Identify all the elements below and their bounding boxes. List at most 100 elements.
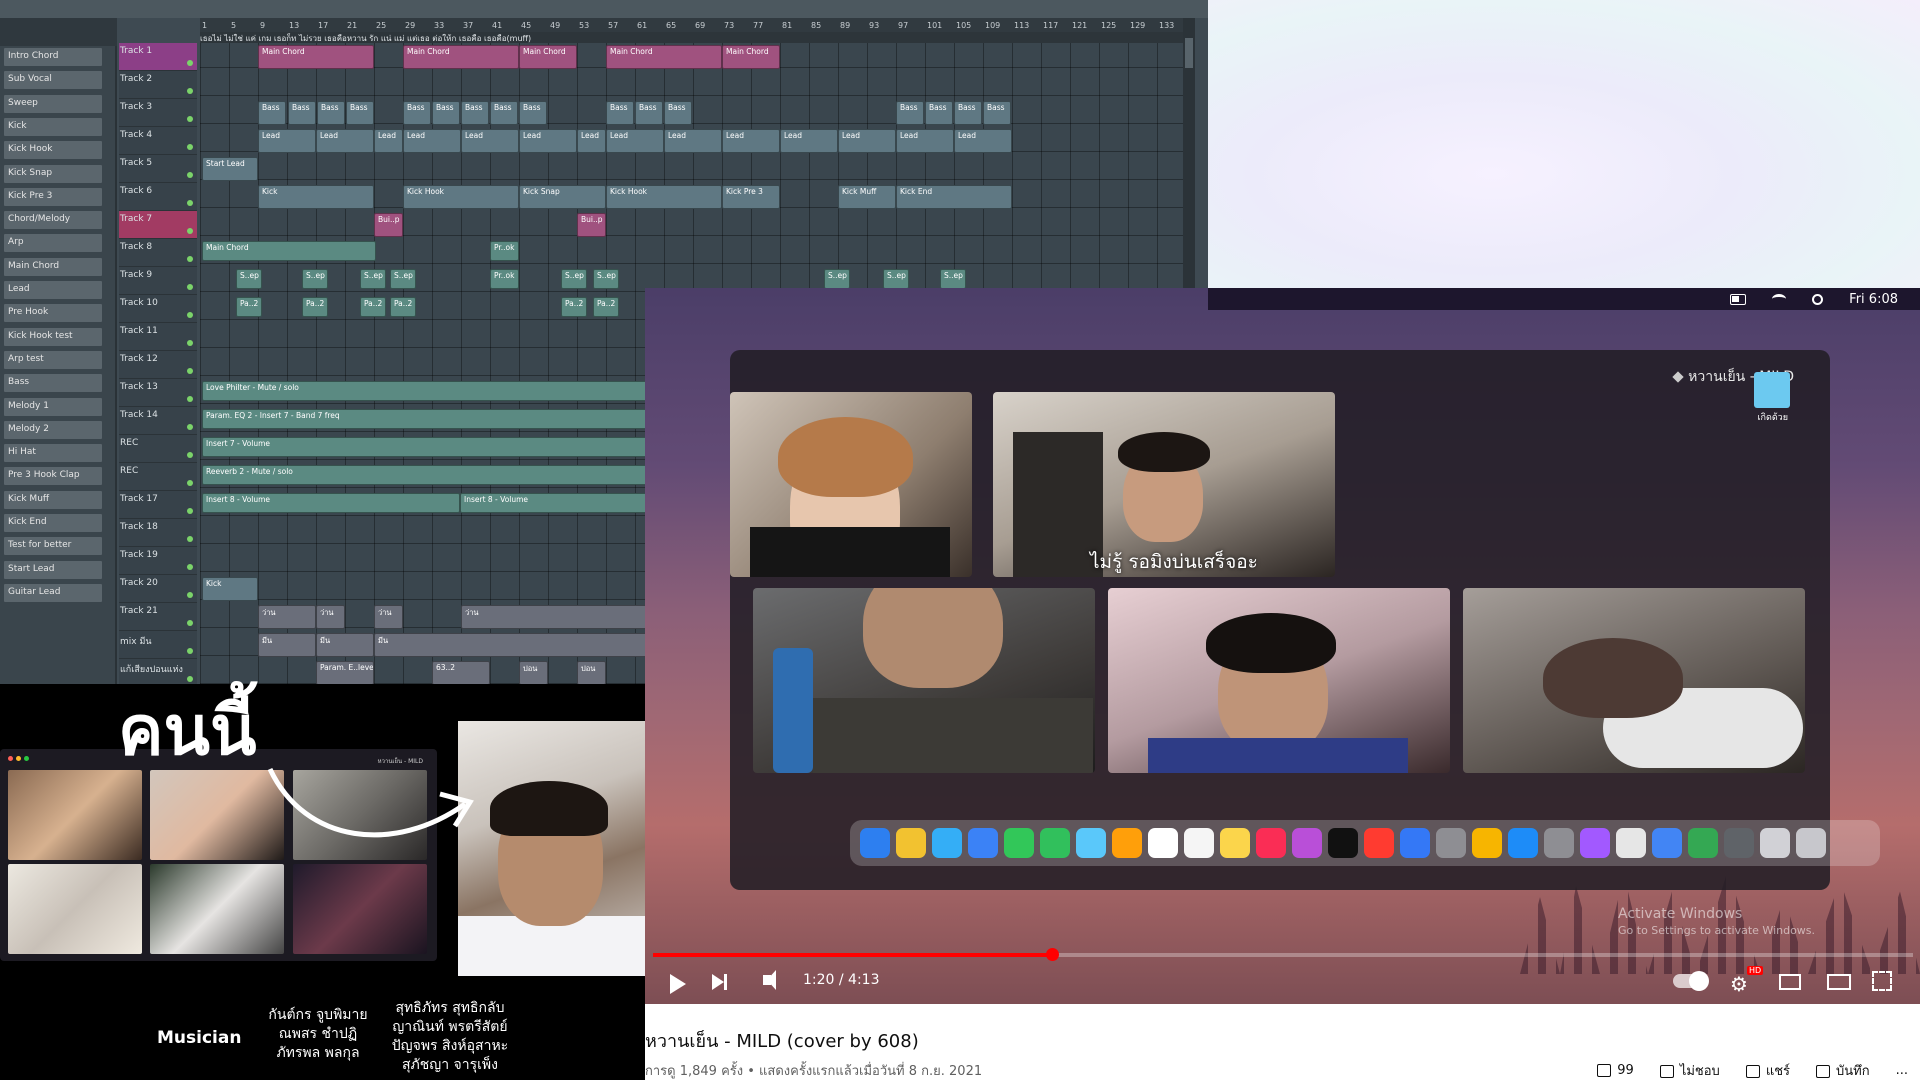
playlist-clip[interactable]: มีน bbox=[258, 633, 316, 657]
channel-button[interactable]: Kick bbox=[4, 117, 102, 136]
playlist-clip[interactable]: Insert 8 - Volume bbox=[202, 493, 460, 513]
playlist-clip[interactable]: ปอน bbox=[519, 661, 548, 684]
playlist-clip[interactable]: Pa..2 bbox=[593, 297, 619, 317]
dock-app-icon[interactable] bbox=[1292, 828, 1322, 858]
track-led-icon[interactable] bbox=[187, 536, 193, 542]
track-header[interactable]: Track 4 bbox=[119, 127, 197, 155]
theater-mode-button[interactable] bbox=[1827, 974, 1851, 990]
playlist-clip[interactable]: S..ep bbox=[390, 269, 416, 289]
playlist-clip[interactable]: Kick Pre 3 bbox=[722, 185, 780, 209]
channel-button[interactable]: Kick Pre 3 bbox=[4, 187, 102, 206]
playlist-clip[interactable]: Pa..2 bbox=[561, 297, 587, 317]
dock-app-icon[interactable] bbox=[1796, 828, 1826, 858]
playlist-clip[interactable]: Pa..2 bbox=[302, 297, 328, 317]
track-header[interactable]: Track 11 bbox=[119, 323, 197, 351]
playlist-clip[interactable]: Start Lead bbox=[202, 157, 258, 181]
track-header[interactable]: Track 17 bbox=[119, 491, 197, 519]
dock-app-icon[interactable] bbox=[1328, 828, 1358, 858]
track-led-icon[interactable] bbox=[187, 564, 193, 570]
track-header[interactable]: Track 8 bbox=[119, 239, 197, 267]
track-led-icon[interactable] bbox=[187, 592, 193, 598]
track-header[interactable]: Track 21 bbox=[119, 603, 197, 631]
playlist-clip[interactable]: Main Chord bbox=[403, 45, 519, 69]
playlist-clip[interactable]: Bass bbox=[954, 101, 982, 125]
playlist-clip[interactable]: Pr..ok bbox=[490, 241, 519, 261]
playlist-clip[interactable]: Bui..p bbox=[577, 213, 606, 237]
playlist-clip[interactable]: Lead bbox=[606, 129, 664, 153]
playlist-clip[interactable]: Pr..ok bbox=[490, 269, 519, 289]
track-led-icon[interactable] bbox=[187, 312, 193, 318]
more-button[interactable]: ... bbox=[1896, 1063, 1908, 1078]
playlist-clip[interactable]: Bui..p bbox=[374, 213, 403, 237]
playlist-clip[interactable]: S..ep bbox=[940, 269, 966, 289]
channel-button[interactable]: Lead bbox=[4, 281, 102, 299]
track-led-icon[interactable] bbox=[187, 200, 193, 206]
channel-button[interactable]: Arp bbox=[4, 234, 102, 253]
dock-app-icon[interactable] bbox=[1256, 828, 1286, 858]
next-button[interactable] bbox=[712, 974, 727, 990]
share-button[interactable]: แชร์ bbox=[1745, 1060, 1790, 1080]
dock-app-icon[interactable] bbox=[1616, 828, 1646, 858]
playlist-clip[interactable]: Bass bbox=[317, 101, 345, 125]
channel-button[interactable]: Kick Hook bbox=[4, 141, 102, 160]
miniplayer-button[interactable] bbox=[1779, 974, 1801, 990]
track-header[interactable]: Track 18 bbox=[119, 519, 197, 547]
playlist-clip[interactable]: Bass bbox=[346, 101, 374, 125]
playlist-clip[interactable]: Main Chord bbox=[519, 45, 577, 69]
track-header[interactable]: Track 6 bbox=[119, 183, 197, 211]
track-header[interactable]: Track 3 bbox=[119, 99, 197, 127]
track-led-icon[interactable] bbox=[187, 116, 193, 122]
playlist-clip[interactable]: Lead bbox=[258, 129, 316, 153]
playlist-clip[interactable]: Kick Hook bbox=[403, 185, 519, 209]
dock-app-icon[interactable] bbox=[896, 828, 926, 858]
dock-app-icon[interactable] bbox=[1112, 828, 1142, 858]
channel-button[interactable]: Main Chord bbox=[4, 257, 102, 276]
dock-app-icon[interactable] bbox=[1220, 828, 1250, 858]
track-header[interactable]: Track 7 bbox=[119, 211, 197, 239]
channel-button[interactable]: Kick Hook test bbox=[4, 327, 102, 346]
track-led-icon[interactable] bbox=[187, 60, 193, 66]
playlist-clip[interactable]: Bass bbox=[664, 101, 692, 125]
playlist-clip[interactable]: Lead bbox=[664, 129, 722, 153]
playlist-clip[interactable]: Lead bbox=[577, 129, 606, 153]
play-button[interactable] bbox=[670, 974, 686, 994]
channel-button[interactable]: Melody 1 bbox=[4, 397, 102, 416]
dock-app-icon[interactable] bbox=[968, 828, 998, 858]
track-led-icon[interactable] bbox=[187, 452, 193, 458]
like-button[interactable]: 99 bbox=[1597, 1063, 1634, 1078]
autoplay-toggle[interactable] bbox=[1673, 971, 1709, 991]
track-led-icon[interactable] bbox=[187, 368, 193, 374]
dock-app-icon[interactable] bbox=[1400, 828, 1430, 858]
track-led-icon[interactable] bbox=[187, 424, 193, 430]
track-header[interactable]: Track 5 bbox=[119, 155, 197, 183]
playlist-clip[interactable]: S..ep bbox=[883, 269, 909, 289]
dock-app-icon[interactable] bbox=[1652, 828, 1682, 858]
dock-app-icon[interactable] bbox=[860, 828, 890, 858]
channel-button[interactable]: Sweep bbox=[4, 94, 102, 113]
track-led-icon[interactable] bbox=[187, 340, 193, 346]
playlist-clip[interactable]: Lead bbox=[896, 129, 954, 153]
settings-gear-icon[interactable]: ⚙ bbox=[1730, 972, 1748, 996]
channel-button[interactable]: Arp test bbox=[4, 350, 102, 369]
dock-app-icon[interactable] bbox=[1436, 828, 1466, 858]
track-led-icon[interactable] bbox=[187, 620, 193, 626]
track-header[interactable]: REC bbox=[119, 463, 197, 491]
dock-app-icon[interactable] bbox=[1040, 828, 1070, 858]
playlist-clip[interactable]: 63..2 bbox=[432, 661, 490, 684]
playlist-clip[interactable]: Lead bbox=[722, 129, 780, 153]
playlist-clip[interactable]: Bass bbox=[490, 101, 518, 125]
track-led-icon[interactable] bbox=[187, 480, 193, 486]
playlist-clip[interactable]: Bass bbox=[461, 101, 489, 125]
track-header[interactable]: Track 10 bbox=[119, 295, 197, 323]
playlist-clip[interactable]: มีน bbox=[316, 633, 374, 657]
dock-app-icon[interactable] bbox=[1724, 828, 1754, 858]
playlist-clip[interactable]: Lead bbox=[519, 129, 577, 153]
playlist-clip[interactable]: Lead bbox=[780, 129, 838, 153]
playlist-clip[interactable]: Lead bbox=[316, 129, 374, 153]
track-header[interactable]: Track 12 bbox=[119, 351, 197, 379]
playlist-clip[interactable]: ว่าน bbox=[258, 605, 316, 629]
track-led-icon[interactable] bbox=[187, 284, 193, 290]
playlist-clip[interactable]: Kick bbox=[202, 577, 258, 601]
track-led-icon[interactable] bbox=[187, 144, 193, 150]
playlist-clip[interactable]: Bass bbox=[432, 101, 460, 125]
